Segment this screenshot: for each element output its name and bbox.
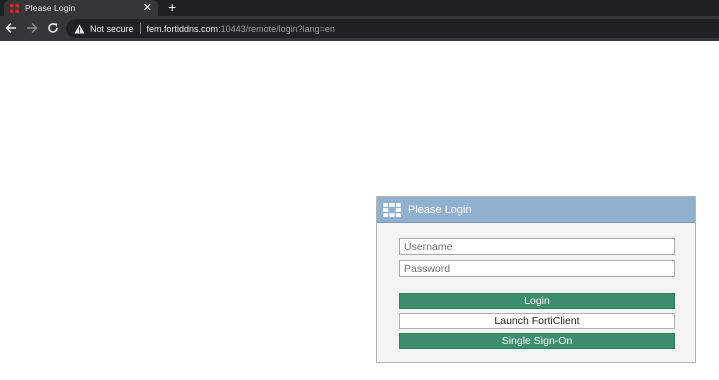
arrow-right-icon (27, 22, 38, 34)
tab-title: Please Login (25, 3, 76, 13)
username-input[interactable] (399, 238, 675, 255)
single-sign-on-button[interactable]: Single Sign-On (399, 333, 675, 349)
forward-button[interactable] (25, 21, 39, 35)
address-bar[interactable]: Not secure fem.fortiddns.com:10443/remot… (66, 19, 719, 38)
login-panel: Please Login Login Launch FortiClient Si… (376, 196, 696, 363)
password-input[interactable] (399, 260, 675, 277)
login-header: Please Login (377, 197, 695, 223)
reload-button[interactable] (46, 21, 60, 35)
fortinet-favicon-icon (10, 3, 19, 13)
new-tab-button[interactable]: + (168, 0, 176, 16)
tab-strip: Please Login ✕ + (0, 0, 719, 16)
fortinet-logo-icon (383, 202, 401, 217)
reload-icon (48, 23, 58, 33)
arrow-left-icon (5, 22, 16, 34)
launch-forticlient-button[interactable]: Launch FortiClient (399, 313, 675, 329)
login-title: Please Login (408, 203, 472, 216)
tab-close-icon[interactable]: ✕ (143, 1, 152, 15)
url-host: fem.fortiddns.com (146, 23, 219, 34)
address-divider (139, 23, 141, 34)
url-path: :10443/remote/login?lang=en (218, 23, 335, 34)
browser-toolbar: Not secure fem.fortiddns.com:10443/remot… (0, 16, 719, 41)
login-button[interactable]: Login (399, 293, 675, 309)
back-button[interactable] (4, 21, 18, 35)
warning-icon (74, 23, 85, 34)
browser-tab[interactable]: Please Login ✕ (4, 0, 158, 16)
security-indicator[interactable]: Not secure (90, 24, 134, 34)
